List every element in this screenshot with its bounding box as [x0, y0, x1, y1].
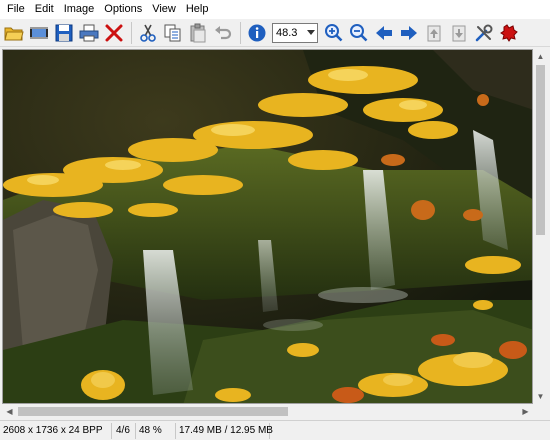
open-folder-icon — [4, 27, 24, 40]
status-image-dimensions: 2608 x 1736 x 24 BPP — [0, 422, 112, 439]
status-zoom: 48 % — [136, 422, 176, 439]
vertical-scroll-thumb[interactable] — [536, 65, 545, 235]
undo-button[interactable] — [211, 21, 235, 45]
menu-options[interactable]: Options — [99, 0, 147, 19]
scroll-left-icon[interactable]: ◀ — [2, 404, 17, 419]
exit-button[interactable] — [497, 21, 521, 45]
menu-view[interactable]: View — [147, 0, 181, 19]
zoom-value[interactable]: 48.3 — [273, 27, 305, 39]
info-icon — [248, 24, 266, 41]
slideshow-icon — [30, 26, 48, 39]
exit-icon — [500, 23, 518, 42]
horizontal-scroll-thumb[interactable] — [18, 407, 288, 416]
next-icon — [401, 25, 417, 40]
menu-image[interactable]: Image — [59, 0, 100, 19]
last-page-button[interactable] — [447, 21, 471, 45]
menu-file[interactable]: File — [2, 0, 30, 19]
photo-waterfall-autumn-leaves — [3, 50, 532, 403]
delete-button[interactable] — [102, 21, 126, 45]
toolbar-separator — [240, 21, 241, 44]
slideshow-button[interactable] — [27, 21, 51, 45]
zoom-out-button[interactable] — [347, 21, 371, 45]
paste-button[interactable] — [186, 21, 210, 45]
settings-icon — [475, 24, 493, 41]
first-page-icon — [427, 25, 441, 41]
scroll-down-icon[interactable]: ▼ — [533, 389, 548, 404]
cut-button[interactable] — [136, 21, 160, 45]
vertical-scrollbar[interactable]: ▲ ▼ — [533, 49, 548, 404]
toolbar-separator — [131, 21, 132, 44]
zoom-out-icon — [350, 23, 368, 41]
settings-button[interactable] — [472, 21, 496, 45]
scroll-right-icon[interactable]: ▶ — [518, 404, 533, 419]
next-button[interactable] — [397, 21, 421, 45]
image-viewport[interactable] — [2, 49, 533, 404]
status-file-size: 17.49 MB / 12.95 MB — [176, 422, 273, 439]
open-button[interactable] — [2, 21, 26, 45]
menu-help[interactable]: Help — [181, 0, 214, 19]
save-icon — [55, 24, 73, 41]
print-icon — [79, 24, 99, 41]
scrollbar-corner — [533, 404, 548, 419]
info-button[interactable] — [245, 21, 269, 45]
horizontal-scrollbar[interactable]: ◀ ▶ — [2, 404, 533, 419]
copy-icon — [164, 24, 181, 41]
previous-icon — [376, 25, 392, 40]
toolbar: 48.3 — [0, 19, 550, 47]
copy-button[interactable] — [161, 21, 185, 45]
save-button[interactable] — [52, 21, 76, 45]
cut-icon — [140, 24, 156, 42]
print-button[interactable] — [77, 21, 101, 45]
menu-edit[interactable]: Edit — [30, 0, 59, 19]
last-page-icon — [452, 25, 466, 41]
previous-button[interactable] — [372, 21, 396, 45]
zoom-in-button[interactable] — [322, 21, 346, 45]
first-page-button[interactable] — [422, 21, 446, 45]
zoom-in-icon — [325, 23, 343, 41]
delete-icon — [105, 24, 123, 41]
chevron-down-icon[interactable] — [305, 24, 317, 42]
zoom-combo[interactable]: 48.3 — [272, 22, 318, 43]
status-image-index: 4/6 — [112, 422, 136, 439]
paste-icon — [190, 23, 206, 42]
status-bar: 2608 x 1736 x 24 BPP 4/6 48 % 17.49 MB /… — [0, 420, 550, 440]
menu-bar: File Edit Image Options View Help — [0, 0, 550, 19]
undo-icon — [215, 25, 232, 39]
scroll-up-icon[interactable]: ▲ — [533, 49, 548, 64]
status-empty — [270, 423, 550, 439]
